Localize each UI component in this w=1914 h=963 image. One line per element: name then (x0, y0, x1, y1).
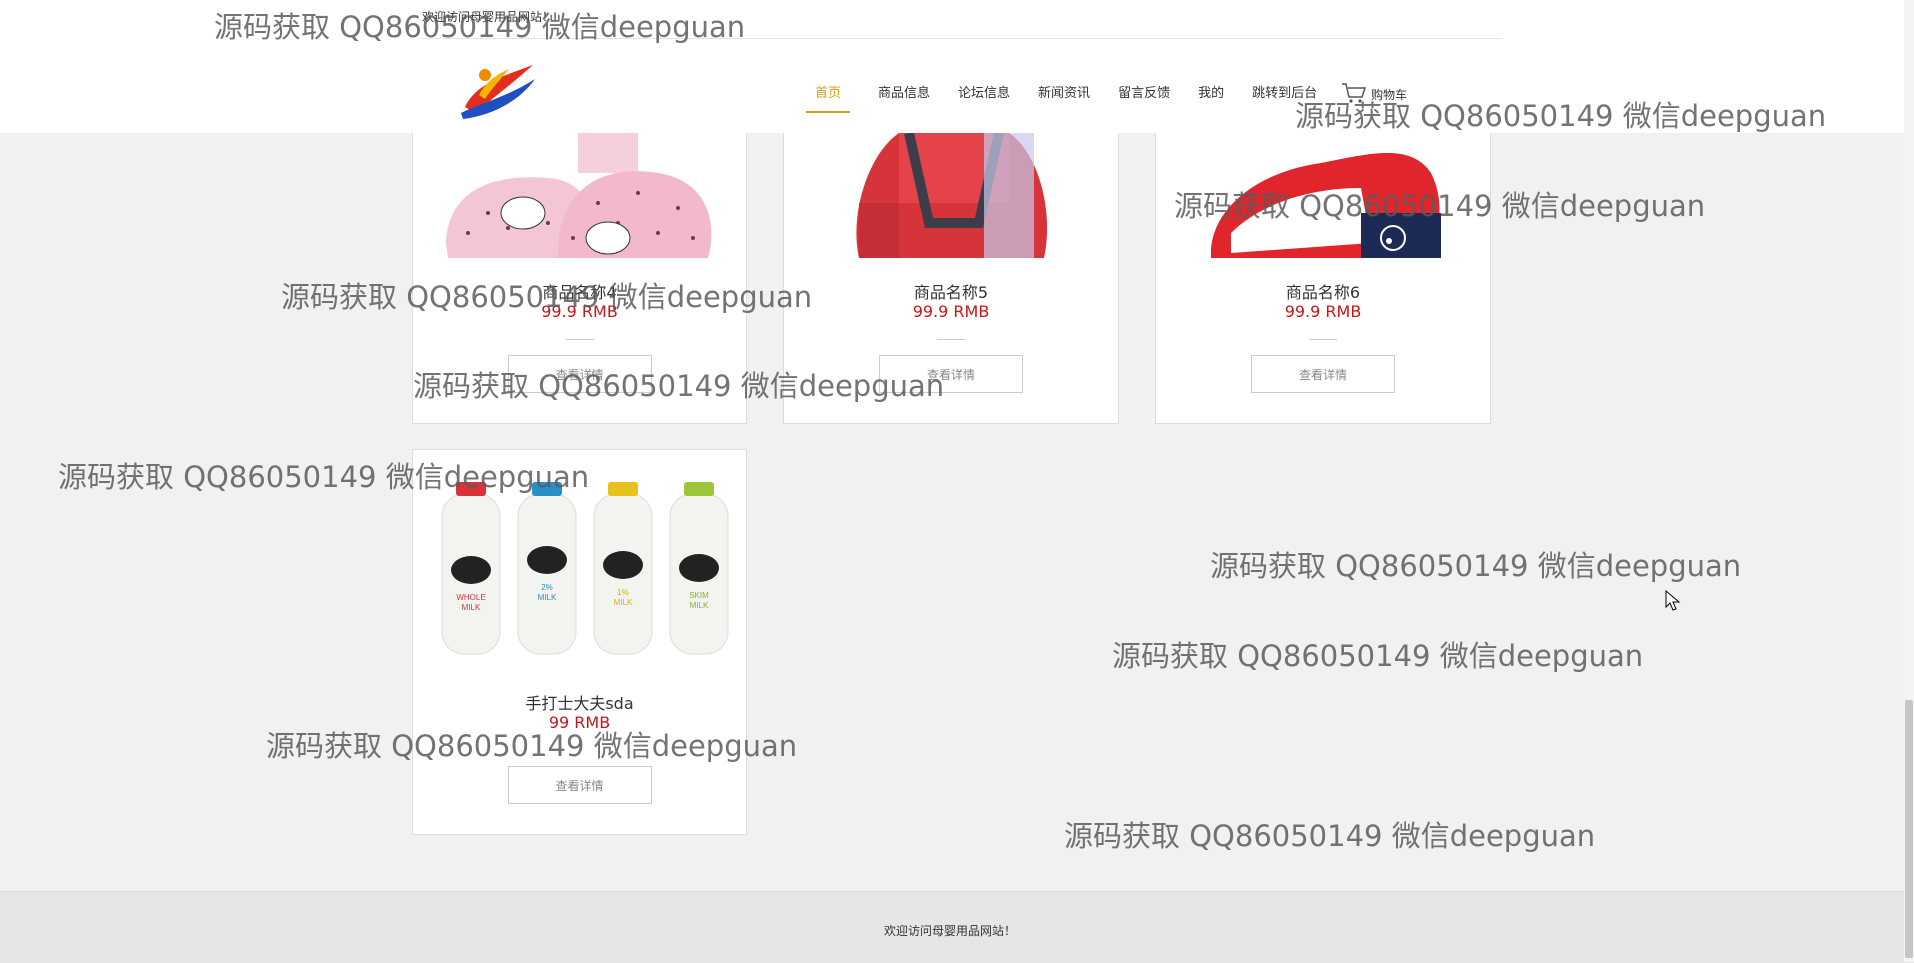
nav-mine[interactable]: 我的 (1198, 82, 1224, 111)
nav-cart[interactable]: 购物车 (1341, 82, 1407, 107)
watermark: 源码获取 QQ86050149 微信deepguan (1112, 639, 1644, 673)
product-image[interactable] (1171, 133, 1476, 258)
product-price: 99 RMB (548, 713, 611, 732)
top-welcome-text: 欢迎访问母婴用品网站！ (422, 10, 555, 24)
nav-home[interactable]: 首页 (806, 82, 851, 113)
header-divider (422, 38, 1502, 39)
product-image[interactable] (428, 133, 733, 258)
mouse-cursor-icon (1665, 589, 1681, 616)
product-card: 商品名称6 99.9 RMB 查看详情 (1155, 120, 1491, 424)
svg-text:2%: 2% (541, 583, 553, 592)
product-price: 99.9 RMB (541, 302, 618, 321)
svg-text:MILK: MILK (614, 598, 633, 607)
product-price: 99.9 RMB (912, 302, 990, 321)
site-logo[interactable] (455, 55, 539, 121)
view-details-button[interactable]: 查看详情 (879, 355, 1023, 393)
svg-text:MILK: MILK (538, 593, 557, 602)
product-card: 商品名称5 99.9 RMB 查看详情 (783, 120, 1119, 424)
svg-text:1%: 1% (617, 588, 629, 597)
svg-text:WHOLE: WHOLE (456, 593, 485, 602)
svg-text:MILK: MILK (462, 603, 481, 612)
product-name[interactable]: 手打士大夫sda (413, 690, 746, 714)
nav-news[interactable]: 新闻资讯 (1038, 82, 1090, 111)
view-details-button[interactable]: 查看详情 (1251, 355, 1395, 393)
view-details-button[interactable]: 查看详情 (507, 766, 652, 804)
scrollbar-thumb[interactable] (1905, 700, 1913, 958)
watermark: 源码获取 QQ86050149 微信deepguan (1210, 549, 1742, 583)
view-details-button[interactable]: 查看详情 (507, 355, 652, 393)
product-image[interactable] (799, 133, 1104, 258)
product-separator (937, 339, 965, 340)
svg-text:SKIM: SKIM (689, 591, 709, 600)
nav-products[interactable]: 商品信息 (878, 82, 930, 111)
site-footer: 欢迎访问母婴用品网站！ (0, 891, 1914, 963)
product-card: 商品名称4 99.9 RMB 查看详情 (412, 120, 747, 424)
product-price: 99.9 RMB (1284, 302, 1362, 321)
nav-feedback[interactable]: 留言反馈 (1118, 82, 1170, 111)
page-scrollbar[interactable] (1904, 0, 1914, 962)
nav-forum[interactable]: 论坛信息 (958, 82, 1010, 111)
site-header: 欢迎访问母婴用品网站！ 首页 商品信息 论坛信息 新闻资讯 留言反馈 我的 跳转… (0, 0, 1914, 133)
footer-text: 欢迎访问母婴用品网站！ (883, 924, 1016, 938)
product-name[interactable]: 商品名称6 (1156, 279, 1490, 303)
nav-admin[interactable]: 跳转到后台 (1252, 82, 1317, 111)
main-nav: 首页 商品信息 论坛信息 新闻资讯 留言反馈 我的 跳转到后台 购物车 (806, 82, 1407, 113)
svg-text:MILK: MILK (690, 601, 709, 610)
product-separator (565, 339, 594, 340)
watermark: 源码获取 QQ86050149 微信deepguan (1064, 819, 1596, 853)
cart-label: 购物车 (1371, 88, 1408, 102)
cart-icon (1341, 82, 1371, 107)
product-card: WHOLE MILK 2% MILK 1% MILK SKIM MILK 手打士… (412, 449, 747, 835)
product-image[interactable]: WHOLE MILK 2% MILK 1% MILK SKIM MILK (428, 480, 733, 670)
product-name[interactable]: 商品名称4 (413, 279, 746, 303)
product-separator (1309, 339, 1337, 340)
product-name[interactable]: 商品名称5 (784, 279, 1118, 303)
